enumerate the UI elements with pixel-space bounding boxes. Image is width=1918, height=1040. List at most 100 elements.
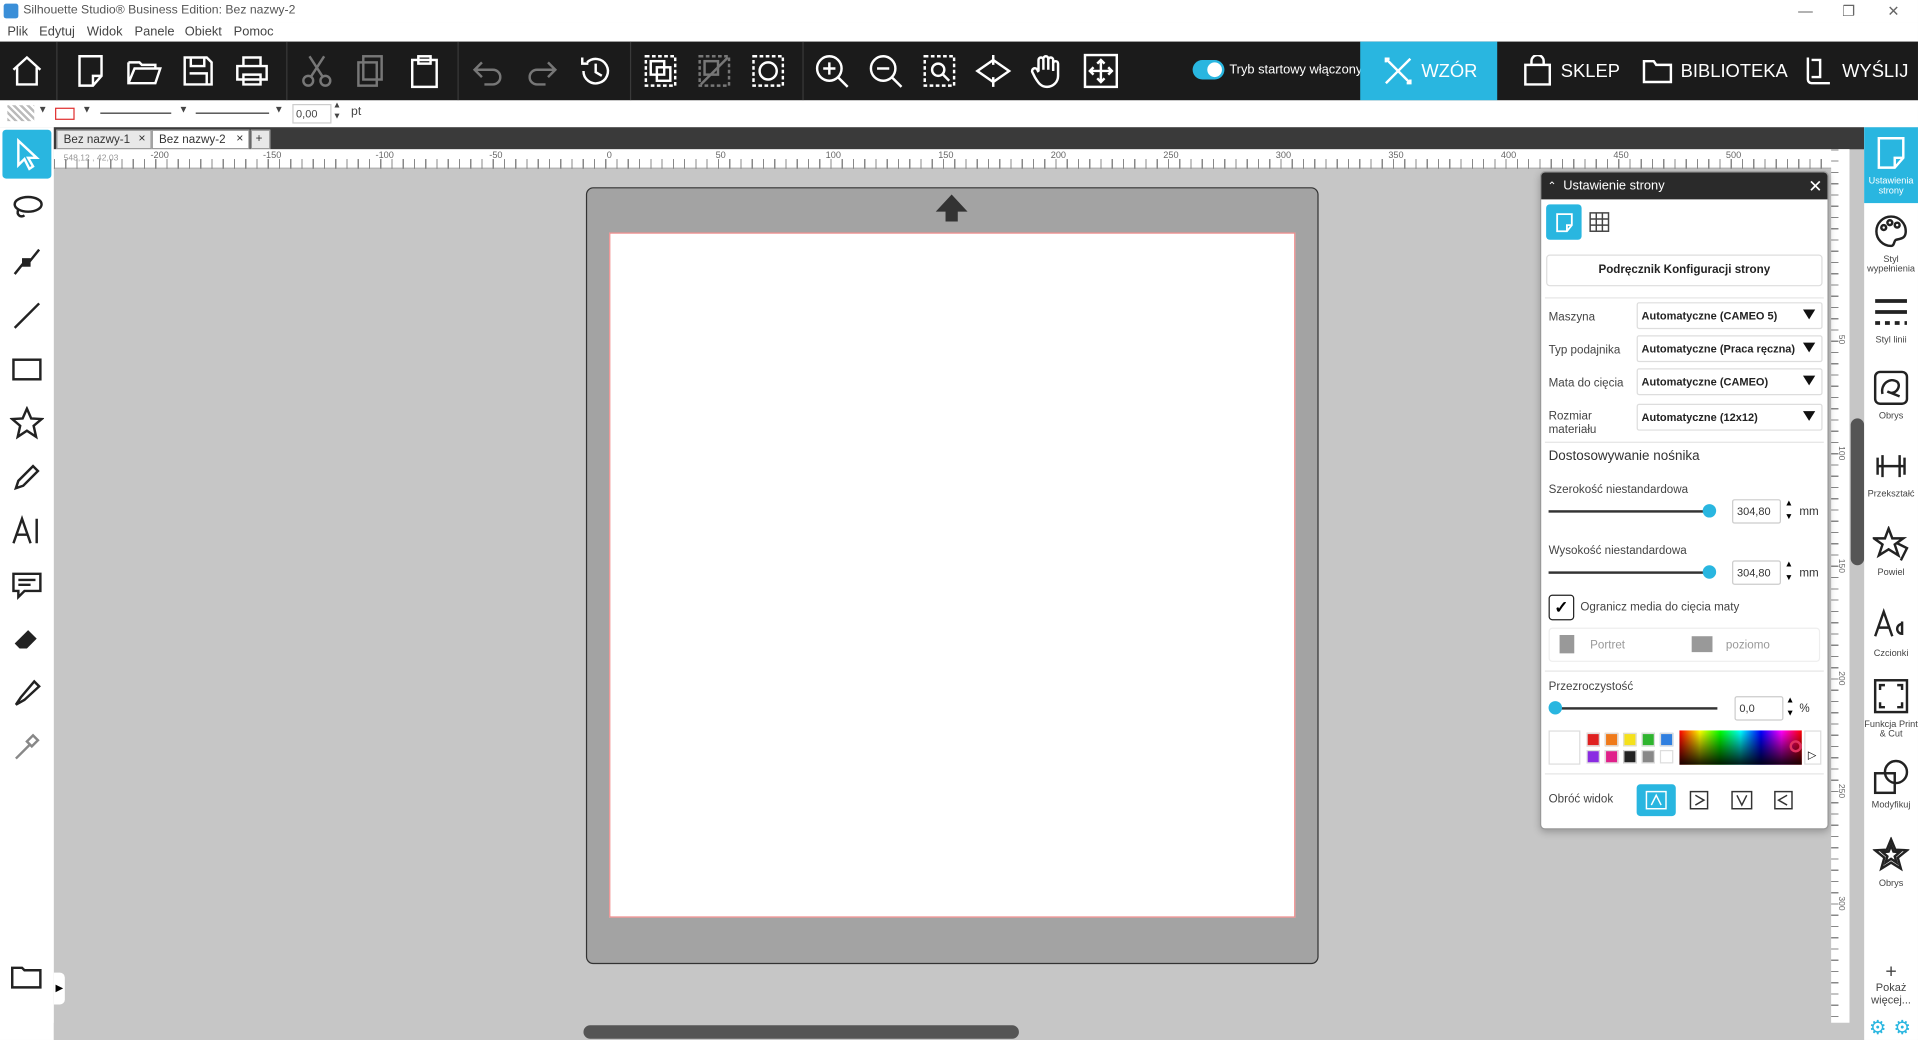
add-tab-icon[interactable]: + — [250, 129, 271, 150]
menu-plik[interactable]: Plik — [7, 24, 28, 39]
zoom-selection-icon[interactable] — [917, 49, 961, 93]
menu-obiekt[interactable]: Obiekt — [185, 24, 222, 39]
panel-modify[interactable]: Modyfikuj — [1864, 759, 1918, 810]
undo-icon[interactable] — [466, 49, 510, 93]
save-icon[interactable] — [176, 49, 220, 93]
pencil-tool-icon[interactable] — [2, 453, 51, 502]
dropdown-icon[interactable]: ▼ — [38, 104, 48, 115]
eyedropper-tool-icon[interactable] — [2, 722, 51, 771]
home-icon[interactable] — [5, 49, 49, 93]
rotate-270-button[interactable] — [1764, 784, 1803, 816]
line-color-swatch[interactable] — [55, 107, 75, 120]
close-icon[interactable]: × — [138, 132, 145, 145]
collapse-icon[interactable]: ⌃ — [1547, 173, 1556, 200]
color-swatch[interactable] — [1659, 732, 1674, 747]
polygon-star-tool-icon[interactable] — [2, 399, 51, 448]
panel-header[interactable]: ⌃ Ustawienie strony ✕ — [1541, 172, 1828, 200]
tab-send[interactable]: WYŚLIJ — [1803, 42, 1908, 101]
feeder-select[interactable]: Automatyczne (Praca ręczna) — [1636, 335, 1823, 363]
ungroup-icon[interactable] — [692, 49, 736, 93]
close-icon[interactable]: × — [236, 132, 243, 145]
color-swatch[interactable] — [1586, 750, 1600, 764]
doc-tab-2[interactable]: Bez nazwy-2 × — [151, 129, 250, 150]
panel-replicate[interactable]: Powiel — [1864, 526, 1918, 577]
settings-gear-icon[interactable]: ⚙ — [1869, 1016, 1887, 1040]
page-canvas[interactable] — [609, 232, 1296, 918]
rectangle-tool-icon[interactable] — [2, 345, 51, 394]
print-icon[interactable] — [230, 49, 274, 93]
pan-hand-icon[interactable] — [1025, 49, 1069, 93]
text-tool-icon[interactable] — [2, 507, 51, 556]
cut-icon[interactable] — [295, 49, 339, 93]
redo-icon[interactable] — [520, 49, 564, 93]
folder-icon[interactable] — [2, 952, 51, 1001]
knife-tool-icon[interactable] — [2, 668, 51, 717]
machine-select[interactable]: Automatyczne (CAMEO 5) — [1636, 302, 1823, 330]
eraser-tool-icon[interactable] — [2, 614, 51, 663]
dropdown-icon[interactable]: ▼ — [82, 104, 92, 115]
transparency-slider[interactable] — [1553, 707, 1718, 710]
panel-fill-style[interactable]: Styl wypełnienia — [1864, 213, 1918, 274]
group-icon[interactable] — [639, 49, 683, 93]
text-box-tool-icon[interactable] — [2, 560, 51, 609]
open-folder-icon[interactable] — [122, 49, 166, 93]
show-more-button[interactable]: + Pokaż więcej... — [1864, 962, 1918, 1006]
mat-select[interactable]: Automatyczne (CAMEO) — [1636, 368, 1823, 396]
media-size-select[interactable]: Automatyczne (12x12) — [1636, 403, 1823, 431]
connection-gear-icon[interactable]: ⚙ — [1894, 1016, 1912, 1040]
color-swatch[interactable] — [1604, 750, 1619, 764]
width-slider[interactable] — [1548, 510, 1713, 513]
landscape-icon[interactable] — [1691, 636, 1713, 653]
minimize-icon[interactable]: — — [1798, 0, 1813, 22]
menu-pomoc[interactable]: Pomoc — [234, 24, 274, 39]
color-swatch[interactable] — [1604, 732, 1619, 747]
start-mode-toggle[interactable]: Tryb startowy włączony — [1192, 59, 1362, 80]
tab-library[interactable]: BIBLIOTEKA — [1642, 42, 1788, 101]
doc-tab-1[interactable]: Bez nazwy-1 × — [56, 129, 152, 150]
vertical-scroll-thumb[interactable] — [1850, 418, 1865, 566]
color-swatch[interactable] — [1623, 750, 1637, 764]
line-style-preview[interactable] — [100, 112, 172, 114]
rotate-180-button[interactable] — [1722, 784, 1761, 816]
copy-icon[interactable] — [349, 49, 393, 93]
height-slider-knob[interactable] — [1702, 565, 1717, 579]
color-spectrum[interactable] — [1679, 730, 1802, 765]
dropdown-icon[interactable]: ▼ — [179, 104, 189, 115]
rotate-90-button[interactable] — [1679, 784, 1718, 816]
line-width-input[interactable]: 0,00 — [292, 103, 332, 124]
fill-swatch[interactable] — [7, 105, 35, 122]
menu-panele[interactable]: Panele — [135, 24, 175, 39]
panel-line-style[interactable]: Styl linii — [1864, 294, 1918, 345]
paste-icon[interactable] — [402, 49, 446, 93]
height-input[interactable]: 304,80 — [1732, 560, 1781, 585]
color-swatch[interactable] — [1586, 732, 1600, 747]
color-picker-marker[interactable] — [1789, 740, 1802, 753]
move-canvas-icon[interactable] — [1079, 49, 1123, 93]
panel-outline[interactable]: Obrys — [1864, 369, 1918, 420]
line-width-stepper[interactable]: ▲ ▼ — [333, 100, 341, 122]
line-end-preview[interactable] — [195, 112, 270, 114]
history-icon[interactable] — [574, 49, 618, 93]
transparency-slider-knob[interactable] — [1548, 701, 1563, 715]
current-color-swatch[interactable] — [1548, 730, 1581, 765]
color-swatch[interactable] — [1623, 732, 1637, 747]
width-input[interactable]: 304,80 — [1732, 499, 1781, 524]
fit-to-mat-icon[interactable] — [971, 49, 1015, 93]
toggle-switch[interactable] — [1192, 59, 1225, 80]
horizontal-scroll-thumb[interactable] — [583, 1025, 1019, 1039]
select-tool-icon[interactable] — [2, 129, 52, 179]
panel-page-setup[interactable]: Ustawienia strony — [1864, 127, 1918, 204]
color-more-icon[interactable]: ▷ — [1804, 730, 1822, 765]
transparency-input[interactable]: 0,0 — [1734, 696, 1784, 721]
color-swatch[interactable] — [1659, 750, 1674, 764]
menu-edytuj[interactable]: Edytuj — [39, 24, 75, 39]
landscape-label[interactable]: poziomo — [1726, 639, 1770, 652]
tab-design[interactable]: WZÓR — [1360, 41, 1498, 101]
new-file-icon[interactable] — [68, 49, 112, 93]
limit-media-checkbox[interactable]: ✓ — [1548, 594, 1575, 621]
width-stepper[interactable]: ▲ ▼ — [1785, 497, 1793, 524]
transparency-stepper[interactable]: ▲ ▼ — [1786, 694, 1794, 721]
line-tool-icon[interactable] — [2, 291, 51, 340]
height-stepper[interactable]: ▲ ▼ — [1785, 558, 1793, 585]
expand-panel-arrow-icon[interactable]: ▶ — [53, 972, 65, 1005]
